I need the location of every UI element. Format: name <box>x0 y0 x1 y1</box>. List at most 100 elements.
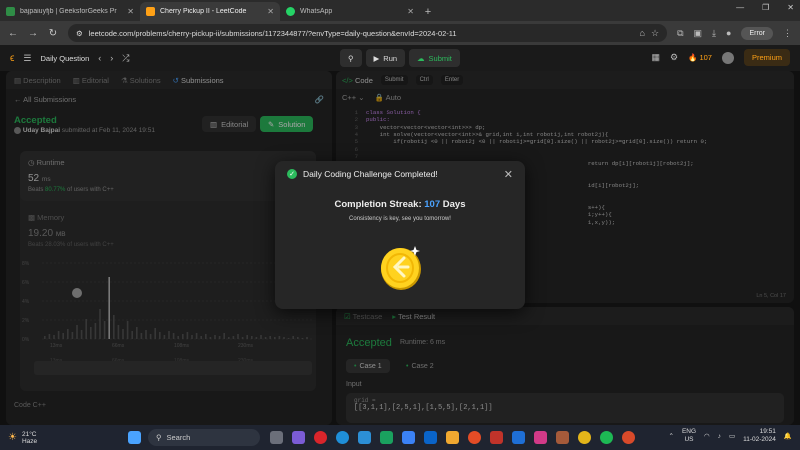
weather-condition: Haze <box>21 437 38 445</box>
run-label: Run <box>383 53 398 63</box>
browser-tab-gfg[interactable]: bajpaiuyfjb | GeeksforGeeks Pr ✕ <box>0 2 140 21</box>
reload-icon[interactable]: ↻ <box>48 28 58 39</box>
opera-icon[interactable] <box>314 431 327 444</box>
settings-icon[interactable]: ⚙ <box>670 52 678 63</box>
date: 11-02-2024 <box>743 436 776 443</box>
modal-title: ✓ Daily Coding Challenge Completed! <box>287 169 438 179</box>
run-button[interactable]: ▶ Run <box>365 49 406 67</box>
profile-error-button[interactable]: Error <box>741 26 773 40</box>
play-icon: ▶ <box>373 53 380 63</box>
streak-value: 107 <box>424 199 441 210</box>
temperature: 21°C <box>21 430 37 438</box>
gold-coin-icon <box>381 246 421 290</box>
search-icon: ⚲ <box>156 433 162 442</box>
streak-unit: Days <box>442 199 466 210</box>
maximize-icon[interactable]: ❐ <box>762 3 769 12</box>
daily-question-link[interactable]: Daily Question <box>41 54 90 63</box>
browser-tab-leetcode[interactable]: Cherry Pickup II - LeetCode ✕ <box>140 2 280 21</box>
problem-list-icon[interactable]: ☰ <box>23 53 31 64</box>
close-icon[interactable]: ✕ <box>127 7 134 16</box>
url-bar[interactable]: ⚙ ⌂ ☆ <box>68 24 668 42</box>
bookmark-star-icon[interactable]: ☆ <box>651 28 659 39</box>
adobe-photoshop-icon[interactable] <box>512 431 525 444</box>
site-info-icon[interactable]: ⚙ <box>76 29 83 38</box>
language-indicator[interactable]: ENG US <box>682 428 696 444</box>
volume-icon[interactable]: ♪ <box>718 433 721 440</box>
taskbar-search[interactable]: ⚲ Search <box>148 429 260 446</box>
wifi-icon[interactable]: ◠ <box>704 432 710 440</box>
next-problem-icon[interactable]: › <box>110 53 113 63</box>
adobe-illustrator-icon[interactable] <box>490 431 503 444</box>
shuffle-icon[interactable]: ⤮ <box>122 53 129 64</box>
submit-button[interactable]: ☁ Submit <box>409 49 460 67</box>
clock[interactable]: 19:51 11-02-2024 <box>743 428 776 444</box>
browser-tab-strip: bajpaiuyfjb | GeeksforGeeks Pr ✕ Cherry … <box>0 0 800 21</box>
streak-label: Completion Streak: <box>334 199 422 210</box>
header-right: ▦ ⚙ 🔥 107 Premium <box>651 49 790 66</box>
excel-icon[interactable] <box>380 431 393 444</box>
premium-button[interactable]: Premium <box>743 49 790 66</box>
modal-title-text: Daily Coding Challenge Completed! <box>303 169 438 179</box>
search-label: Search <box>166 433 191 442</box>
geeksforgeeks-icon <box>6 7 15 16</box>
file-explorer-icon[interactable] <box>446 431 459 444</box>
minimize-icon[interactable]: — <box>736 3 744 12</box>
close-icon[interactable]: ✕ <box>267 7 274 16</box>
notification-icon[interactable]: 🔔 <box>784 432 792 440</box>
download-icon[interactable]: ⤓ <box>712 28 716 39</box>
tray-chevron-icon[interactable]: ⌃ <box>669 432 674 440</box>
battery-icon[interactable]: ▭ <box>729 432 735 440</box>
adobe-indesign-icon[interactable] <box>534 431 547 444</box>
debug-button[interactable]: ⚲ <box>340 49 362 67</box>
forward-icon[interactable]: → <box>28 28 38 39</box>
close-window-icon[interactable]: ✕ <box>787 3 794 12</box>
edge-icon[interactable] <box>336 431 349 444</box>
back-icon[interactable]: ← <box>8 28 18 39</box>
chrome-profile-icon[interactable] <box>578 431 591 444</box>
mail-icon[interactable] <box>424 431 437 444</box>
url-input[interactable] <box>88 28 634 38</box>
region-code: US <box>684 436 694 443</box>
close-icon[interactable]: ✕ <box>407 7 414 16</box>
weather-widget[interactable]: ☀ 21°C Haze <box>8 431 118 445</box>
chrome-icon[interactable] <box>468 431 481 444</box>
photos-icon[interactable] <box>556 431 569 444</box>
tab-title: WhatsApp <box>300 8 333 15</box>
teams-icon[interactable] <box>292 431 305 444</box>
layout-icon[interactable]: ▦ <box>651 52 660 63</box>
time: 19:51 <box>759 428 776 435</box>
store-icon[interactable] <box>402 431 415 444</box>
extensions-icon[interactable]: ⧉ <box>677 28 683 39</box>
sidebar-icon[interactable]: ▣ <box>694 28 703 39</box>
vscode-icon[interactable] <box>358 431 371 444</box>
prev-problem-icon[interactable]: ‹ <box>98 53 101 63</box>
menu-icon[interactable]: ⋮ <box>783 28 792 39</box>
avatar[interactable] <box>721 51 734 64</box>
modal-message: Consistency is key, see you tomorrow! <box>349 216 451 222</box>
close-icon[interactable]: ✕ <box>504 168 513 181</box>
browser-tab-whatsapp[interactable]: WhatsApp ✕ <box>280 2 420 21</box>
profile-avatar-icon[interactable]: ● <box>726 28 731 38</box>
task-view-icon[interactable] <box>270 431 283 444</box>
spotify-icon[interactable] <box>600 431 613 444</box>
window-controls: — ❐ ✕ <box>736 3 794 12</box>
sun-haze-icon: ☀ <box>8 432 17 443</box>
daily-challenge-modal: ✓ Daily Coding Challenge Completed! ✕ Co… <box>275 161 525 309</box>
lang-code: ENG <box>681 428 697 435</box>
tab-title: Cherry Pickup II - LeetCode <box>160 8 247 15</box>
leetcode-logo-icon[interactable]: ϵ <box>10 53 14 64</box>
streak-counter[interactable]: 🔥 107 <box>688 53 712 62</box>
run-submit-group: ⚲ ▶ Run ☁ Submit <box>340 49 460 67</box>
streak-count: 107 <box>699 53 712 62</box>
new-tab-button[interactable]: + <box>420 2 436 21</box>
debug-icon: ⚲ <box>348 53 354 63</box>
windows-start-icon[interactable] <box>128 431 141 444</box>
check-circle-icon: ✓ <box>287 169 297 179</box>
completion-streak: Completion Streak: 107 Days <box>275 199 525 210</box>
translate-icon[interactable]: ⌂ <box>640 28 645 38</box>
submit-label: Submit <box>428 53 452 63</box>
system-tray: ⌃ ENG US ◠ ♪ ▭ 19:51 11-02-2024 🔔 <box>669 428 793 444</box>
cloud-upload-icon: ☁ <box>417 53 425 63</box>
fire-icon: 🔥 <box>688 53 698 62</box>
chrome-active-icon[interactable] <box>622 431 635 444</box>
